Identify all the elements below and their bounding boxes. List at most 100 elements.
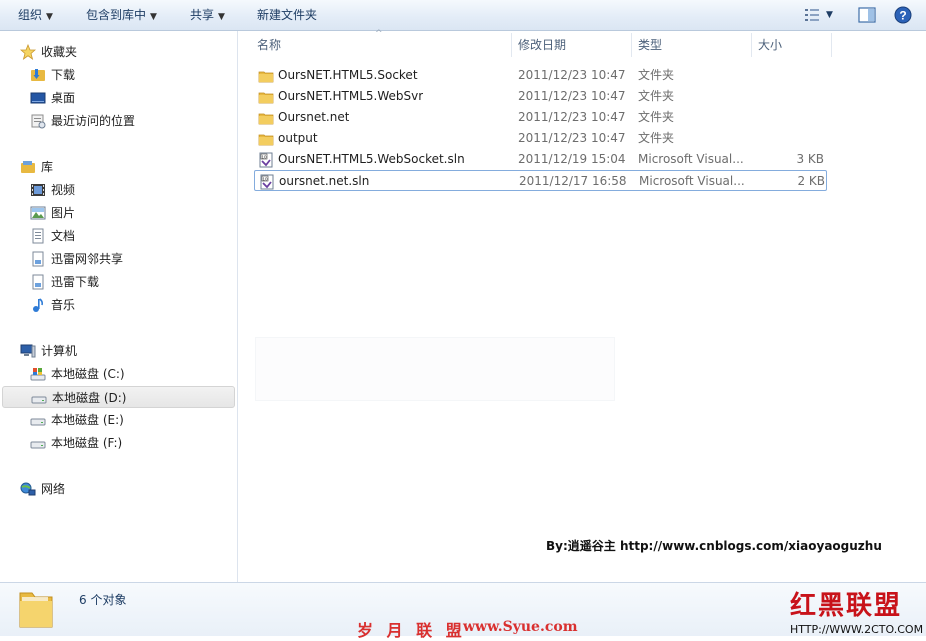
file-name: oursnet.net.sln (279, 174, 370, 188)
file-date: 2011/12/19 15:04 (518, 152, 626, 166)
chevron-down-icon: ▼ (46, 12, 53, 22)
chevron-down-icon: ▼ (218, 12, 225, 22)
command-bar: 组织 ▼ 包含到库中 ▼ 共享 ▼ 新建文件夹 ▼ ? (0, 0, 926, 31)
nav-item-recent-places[interactable]: 最近访问的位置 (0, 110, 236, 132)
file-date: 2011/12/23 10:47 (518, 131, 626, 145)
nav-item-label: 最近访问的位置 (51, 114, 136, 128)
column-divider[interactable] (631, 33, 632, 57)
file-date: 2011/12/17 16:58 (519, 174, 627, 188)
navigation-pane: 收藏夹 下载 桌面 最近访问的位置 库 视频 图片 文档 迅雷网邻共享 迅雷下载… (0, 31, 238, 582)
nav-libraries[interactable]: 库 (0, 156, 236, 178)
file-size: 2 KB (797, 174, 825, 188)
system-drive-icon (30, 368, 46, 381)
nav-item-xunlei-download[interactable]: 迅雷下载 (0, 271, 236, 293)
recent-places-icon (31, 114, 46, 129)
watermark-logo-url: HTTP://WWW.2CTO.COM (790, 623, 924, 636)
nav-item-label: 桌面 (51, 91, 76, 105)
share-button[interactable]: 共享 ▼ (190, 0, 225, 31)
nav-favorites-label: 收藏夹 (41, 45, 78, 59)
file-row[interactable]: OursNET.HTML5.Socket 2011/12/23 10:47 文件… (254, 65, 827, 86)
computer-icon (20, 344, 36, 358)
folder-icon (19, 592, 53, 628)
nav-item-documents[interactable]: 文档 (0, 225, 236, 247)
nav-computer-label: 计算机 (41, 344, 78, 358)
nav-item-label: 视频 (51, 183, 76, 197)
column-header-date[interactable]: 修改日期 (518, 31, 566, 59)
file-name: output (278, 131, 318, 145)
view-details-icon[interactable] (804, 8, 820, 22)
empty-placeholder-area (255, 337, 615, 401)
nav-item-drive-f[interactable]: 本地磁盘 (F:) (0, 432, 236, 454)
nav-item-drive-e[interactable]: 本地磁盘 (E:) (0, 409, 236, 431)
nav-item-music[interactable]: 音乐 (0, 294, 236, 316)
chevron-down-icon[interactable]: ▼ (826, 0, 833, 31)
file-type: 文件夹 (638, 131, 675, 145)
nav-item-xunlei-share[interactable]: 迅雷网邻共享 (0, 248, 236, 270)
new-folder-button[interactable]: 新建文件夹 (257, 0, 317, 31)
nav-network-label: 网络 (41, 482, 66, 496)
column-header-size[interactable]: 大小 (758, 31, 782, 59)
details-pane: 6 个对象 岁 月 联 盟 www.Syue.com 红黑联盟 HTTP://W… (0, 582, 926, 640)
preview-pane-icon[interactable] (858, 7, 876, 23)
file-name: OursNET.HTML5.Socket (278, 68, 418, 82)
nav-item-label: 下载 (51, 68, 76, 82)
nav-item-label: 图片 (51, 206, 76, 220)
download-folder-icon (31, 69, 45, 81)
nav-item-label: 音乐 (51, 298, 76, 312)
file-row[interactable]: output 2011/12/23 10:47 文件夹 (254, 128, 827, 149)
author-credit: By:逍遥谷主 http://www.cnblogs.com/xiaoyaogu… (546, 539, 882, 553)
folder-icon (258, 113, 274, 125)
file-size: 3 KB (796, 152, 824, 166)
column-header-name[interactable]: 名称 (257, 31, 281, 59)
nav-item-desktop[interactable]: 桌面 (0, 87, 236, 109)
nav-item-videos[interactable]: 视频 (0, 179, 236, 201)
include-in-library-label: 包含到库中 (86, 8, 147, 22)
include-in-library-button[interactable]: 包含到库中 ▼ (86, 0, 157, 31)
svg-text:10: 10 (262, 176, 268, 181)
nav-item-drive-c[interactable]: 本地磁盘 (C:) (0, 363, 236, 385)
music-icon (33, 298, 44, 312)
organize-label: 组织 (18, 8, 43, 22)
file-row[interactable]: OursNET.HTML5.WebSvr 2011/12/23 10:47 文件… (254, 86, 827, 107)
nav-libraries-label: 库 (41, 160, 54, 174)
sort-ascending-icon: ^ (375, 29, 383, 39)
vs-solution-icon: 10 (260, 174, 274, 190)
network-icon (20, 482, 36, 496)
file-name: Oursnet.net (278, 110, 350, 124)
file-row[interactable]: 10 OursNET.HTML5.WebSocket.sln 2011/12/1… (254, 149, 827, 170)
chevron-down-icon: ▼ (150, 12, 157, 22)
drive-icon (30, 441, 46, 449)
column-header-type[interactable]: 类型 (638, 31, 662, 59)
nav-item-label: 文档 (51, 229, 76, 243)
document-icon (32, 251, 44, 267)
nav-item-label: 迅雷网邻共享 (51, 252, 124, 266)
share-label: 共享 (190, 8, 215, 22)
file-date: 2011/12/23 10:47 (518, 68, 626, 82)
file-row-selected[interactable]: 10 oursnet.net.sln 2011/12/17 16:58 Micr… (254, 170, 827, 191)
column-divider[interactable] (831, 33, 832, 57)
column-header-date-label: 修改日期 (518, 38, 567, 52)
file-type: 文件夹 (638, 89, 675, 103)
nav-item-pictures[interactable]: 图片 (0, 202, 236, 224)
column-divider[interactable] (751, 33, 752, 57)
nav-network[interactable]: 网络 (0, 478, 236, 500)
library-icon (21, 161, 35, 173)
organize-button[interactable]: 组织 ▼ (18, 0, 53, 31)
file-type: 文件夹 (638, 110, 675, 124)
star-icon (20, 44, 36, 60)
file-type: 文件夹 (638, 68, 675, 82)
nav-item-drive-d[interactable]: 本地磁盘 (D:) (2, 386, 235, 408)
new-folder-label: 新建文件夹 (257, 8, 318, 22)
nav-item-label: 本地磁盘 (C:) (51, 367, 125, 381)
file-list: 名称 ^ 修改日期 类型 大小 OursNET.HTML5.Socket 201… (239, 29, 926, 582)
file-row[interactable]: Oursnet.net 2011/12/23 10:47 文件夹 (254, 107, 827, 128)
nav-computer[interactable]: 计算机 (0, 340, 236, 362)
video-icon (31, 184, 45, 196)
column-divider[interactable] (511, 33, 512, 57)
column-header-size-label: 大小 (758, 38, 783, 52)
help-icon[interactable]: ? (894, 6, 912, 24)
nav-item-label: 本地磁盘 (F:) (51, 436, 123, 450)
nav-favorites[interactable]: 收藏夹 (0, 41, 236, 63)
nav-item-downloads[interactable]: 下载 (0, 64, 236, 86)
nav-item-label: 迅雷下载 (51, 275, 100, 289)
